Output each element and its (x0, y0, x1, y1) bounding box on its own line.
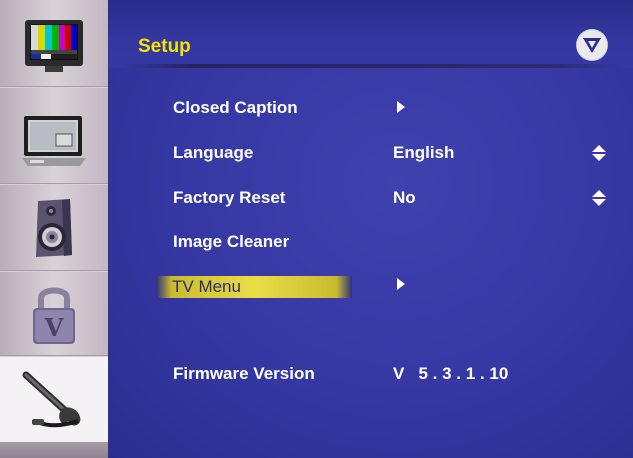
up-down-icon[interactable] (591, 144, 607, 162)
setup-screen: V Setup Closed Caption Language English … (0, 0, 633, 458)
arrow-right-icon[interactable] (396, 100, 406, 114)
sidebar-item-screen[interactable] (0, 98, 108, 183)
sidebar-footer (0, 442, 108, 458)
sidebar-item-audio[interactable] (0, 185, 108, 270)
factory-reset-value: No (393, 188, 416, 207)
menu-panel: Setup Closed Caption Language English Fa… (108, 0, 633, 458)
sidebar-separator (0, 86, 108, 88)
menu-item-tv-menu[interactable]: TV Menu (156, 276, 352, 298)
menu-item-image-cleaner[interactable]: Image Cleaner (173, 232, 289, 252)
tv-color-bars-icon (25, 19, 83, 72)
firmware-version-value: V 5 . 3 . 1 . 10 (393, 364, 509, 383)
page-title: Setup (138, 36, 191, 57)
monitor-icon (22, 115, 86, 166)
speaker-icon (36, 198, 72, 257)
sidebar: V (0, 0, 108, 458)
sidebar-item-picture[interactable] (0, 3, 108, 88)
title-divider (118, 64, 623, 68)
menu-item-closed-caption[interactable]: Closed Caption (173, 98, 298, 118)
svg-text:V: V (44, 313, 64, 342)
firmware-version-label: Firmware Version (173, 364, 315, 383)
wrench-icon (22, 371, 81, 427)
sidebar-item-parental[interactable]: V (0, 271, 108, 356)
menu-item-factory-reset[interactable]: Factory Reset (173, 188, 285, 208)
padlock-icon: V (33, 287, 75, 344)
language-value: English (393, 143, 455, 162)
menu-item-language[interactable]: Language (173, 143, 253, 163)
arrow-right-icon[interactable] (396, 277, 406, 291)
sidebar-item-setup[interactable] (0, 357, 108, 442)
vizio-logo-icon (577, 30, 607, 60)
up-down-icon[interactable] (591, 189, 607, 207)
